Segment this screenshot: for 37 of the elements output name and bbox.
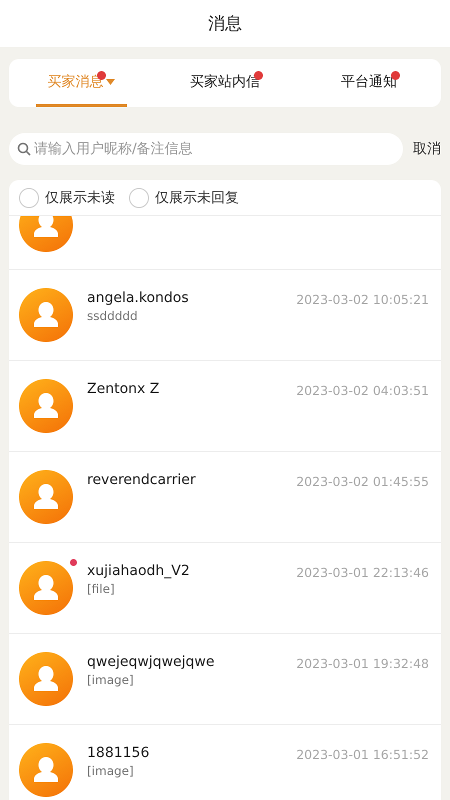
message-time: 2023-03-01 16:51:52 [296,747,429,762]
conversation-row[interactable]: qwejeqwjqwejqwe [image] 2023-03-01 19:32:48 [9,634,441,725]
message-time: 2023-03-02 01:45:55 [296,474,429,489]
message-preview: [image] [87,764,135,778]
avatar-icon [19,288,73,342]
message-preview: [image] [87,673,135,687]
avatar-icon [19,470,73,524]
avatar-icon [19,652,73,706]
filter-label: 仅展示未读 [45,188,115,206]
contact-name: reverendcarrier [87,472,197,488]
avatar-icon [19,561,73,615]
avatar-icon [19,743,73,797]
message-time: 2023-03-01 22:13:46 [296,565,429,580]
contact-name: qwejeqwjqwejqwe [87,654,216,670]
radio-button[interactable] [19,188,39,208]
conversation-row[interactable]: Zentonx Z 2023-03-02 04:03:51 [9,361,441,452]
filter-label: 仅展示未回复 [155,188,239,206]
contact-name: 1881156 [87,745,150,761]
conversation-row[interactable]: xujiahaodh_V2 [file] 2023-03-01 22:13:46 [9,543,441,634]
search-icon [17,142,31,156]
message-time: 2023-03-02 04:03:51 [296,383,429,398]
conversation-row[interactable]: 1881156 [image] 2023-03-01 16:51:52 [9,725,441,800]
contact-name: angela.kondos [87,290,190,306]
message-preview: ssddddd [87,309,139,323]
radio-button[interactable] [129,188,149,208]
message-time: 2023-03-02 10:05:21 [296,292,429,307]
conversation-row[interactable] [9,216,441,270]
contact-name: xujiahaodh_V2 [87,563,191,579]
cancel-button[interactable]: 取消 [413,140,441,158]
search-field[interactable]: 请输入用户昵称/备注信息 [9,133,403,165]
message-preview: [file] [87,582,116,596]
conversation-row[interactable]: angela.kondos ssddddd 2023-03-02 10:05:21 [9,270,441,361]
avatar-icon [19,379,73,433]
page-title: 消息 [208,13,242,35]
message-time: 2023-03-01 19:32:48 [296,656,429,671]
contact-name: Zentonx Z [87,381,160,397]
conversation-row[interactable]: reverendcarrier 2023-03-02 01:45:55 [9,452,441,543]
